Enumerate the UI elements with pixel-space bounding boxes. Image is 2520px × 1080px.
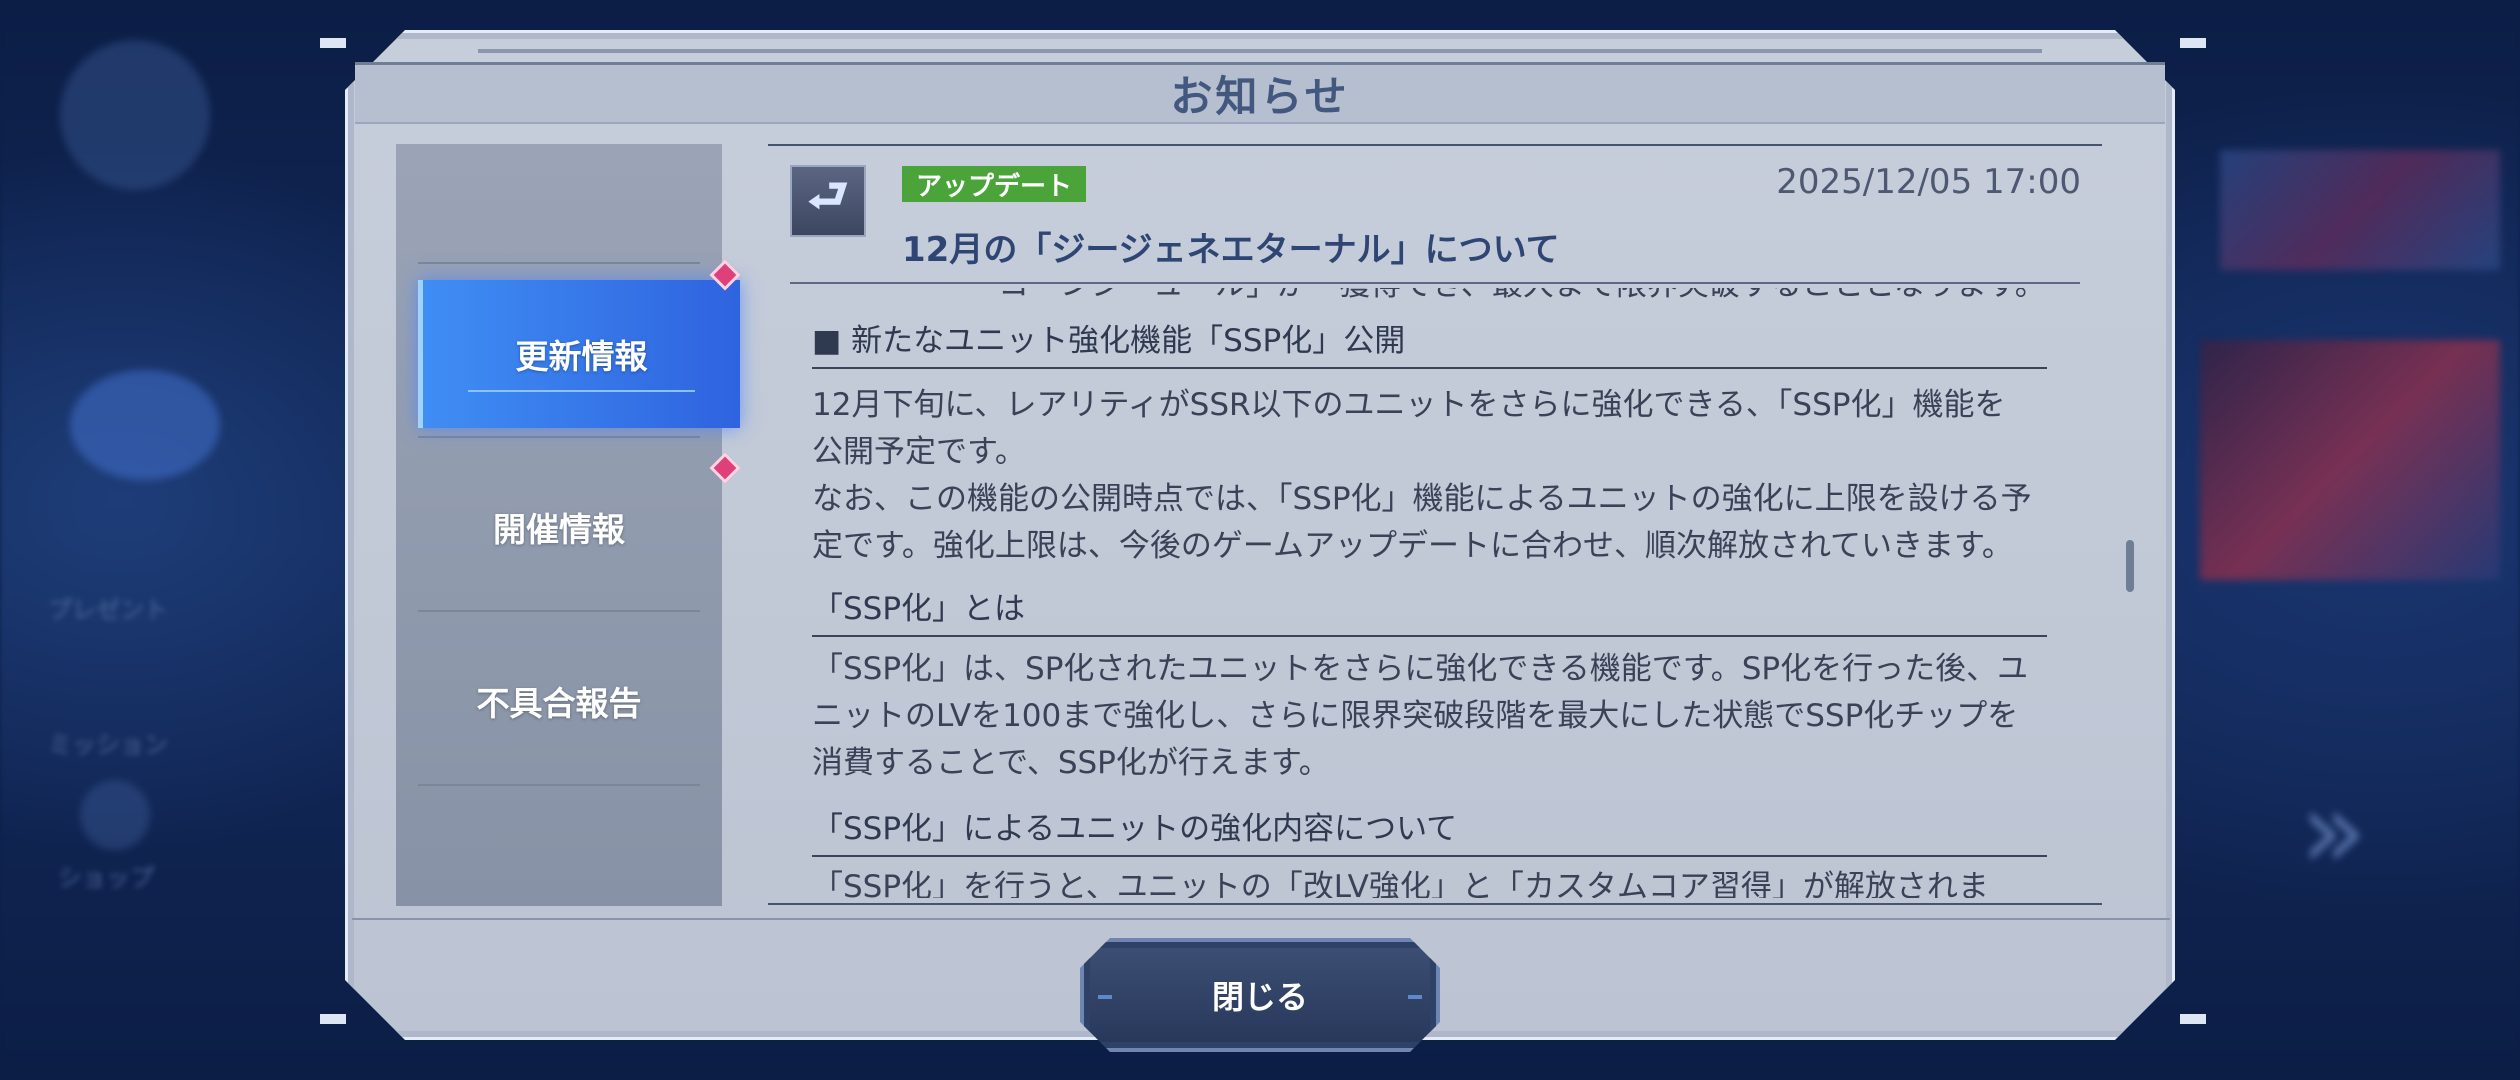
button-ornament <box>1098 995 1112 999</box>
background-active-item <box>70 370 220 480</box>
tab-bug-report[interactable]: 不具合報告 <box>418 626 700 776</box>
modal-title: お知らせ <box>1170 72 1350 121</box>
background-banner <box>2220 150 2500 270</box>
paragraph-line: 消費することで、SSP化が行えます。 <box>812 745 1330 781</box>
header-separator <box>790 282 2080 284</box>
footer-separator <box>352 918 2170 920</box>
tab-label: 開催情報 <box>493 510 625 549</box>
paragraph-line: 定です。強化上限は、今後のゲームアップデートに合わせ、順次解放されていきます。 <box>812 528 2013 564</box>
tab-underline <box>468 390 695 392</box>
paragraph-line: なお、この機能の公開時点では、「SSP化」機能によるユニットの強化に上限を設ける… <box>812 481 2032 517</box>
background-emblem <box>60 40 210 190</box>
paragraph-line: 「SSP化」を行うと、ユニットの「改LV強化」と「カスタムコア習得」が解放されま <box>812 869 1989 898</box>
chevron-right-icon: » <box>2300 766 2368 894</box>
frame-corner-ornament <box>320 1014 346 1024</box>
background-right-banners: » <box>2180 0 2520 1080</box>
button-ornament <box>1408 995 1422 999</box>
background-left-menu: プレゼント ミッション ショップ <box>0 0 340 1080</box>
background-menu-present: プレゼント <box>48 596 168 624</box>
content-top-line <box>768 144 2102 146</box>
paragraph-line: 12月下旬に、レアリティがSSR以下のユニットをさらに強化できる、「SSP化」機… <box>812 387 2006 423</box>
notice-title: 12月の「ジージェネエターナル」について <box>902 230 1560 270</box>
tab-divider <box>418 436 700 438</box>
return-arrow-icon: ⮐ <box>790 165 866 237</box>
section-paragraph: 「SSP化」を行うと、ユニットの「改LV強化」と「カスタムコア習得」が解放されま <box>812 864 2052 898</box>
scrollbar-thumb[interactable] <box>2126 540 2134 592</box>
notice-date: 2025/12/05 17:00 <box>1776 162 2081 202</box>
frame-corner-ornament <box>2180 38 2206 48</box>
tab-update-info[interactable]: 更新情報 <box>418 280 740 428</box>
tab-divider <box>418 610 700 612</box>
section-heading: 「SSP化」によるユニットの強化内容について <box>812 806 2047 857</box>
modal-top-ornament <box>478 49 2042 53</box>
content-bottom-line <box>768 903 2102 905</box>
background-menu-shop: ショップ <box>58 864 154 892</box>
background-event-banner <box>2200 340 2500 580</box>
cut-off-text-line: ー ーーーーコ ンジ ュ ル」が 獲得でき、最大まで限界突破することとなります。 <box>812 288 2046 309</box>
frame-corner-ornament <box>320 38 346 48</box>
tab-divider <box>418 262 700 264</box>
background-shop-icon <box>80 780 150 850</box>
tab-divider <box>418 784 700 786</box>
tab-label: 更新情報 <box>515 337 648 376</box>
section-heading: ■ 新たなユニット強化機能「SSP化」公開 <box>812 318 2047 369</box>
frame-corner-ornament <box>2180 1014 2206 1024</box>
section-heading: 「SSP化」とは <box>812 586 2047 637</box>
paragraph-line: 「SSP化」は、SP化されたユニットをさらに強化できる機能です。SP化を行った後… <box>812 651 2029 687</box>
paragraph-line: 公開予定です。 <box>812 434 1026 470</box>
close-button[interactable]: 閉じる <box>1080 938 1440 1052</box>
background-menu-mission: ミッション <box>48 731 168 759</box>
section-paragraph: 12月下旬に、レアリティがSSR以下のユニットをさらに強化できる、「SSP化」機… <box>812 382 2052 570</box>
tab-label: 不具合報告 <box>476 684 642 723</box>
close-button-label: 閉じる <box>1211 978 1308 1016</box>
modal-title-bar: お知らせ <box>355 62 2165 124</box>
notice-body[interactable]: ー ーーーーコ ンジ ュ ル」が 獲得でき、最大まで限界突破することとなります。… <box>812 288 2052 898</box>
tab-event-info[interactable]: 開催情報 <box>418 452 700 602</box>
section-paragraph: 「SSP化」は、SP化されたユニットをさらに強化できる機能です。SP化を行った後… <box>812 646 2052 787</box>
category-badge: アップデート <box>902 166 1087 202</box>
paragraph-line: ニットのLVを100まで強化し、さらに限界突破段階を最大にした状態でSSP化チッ… <box>812 698 2019 734</box>
